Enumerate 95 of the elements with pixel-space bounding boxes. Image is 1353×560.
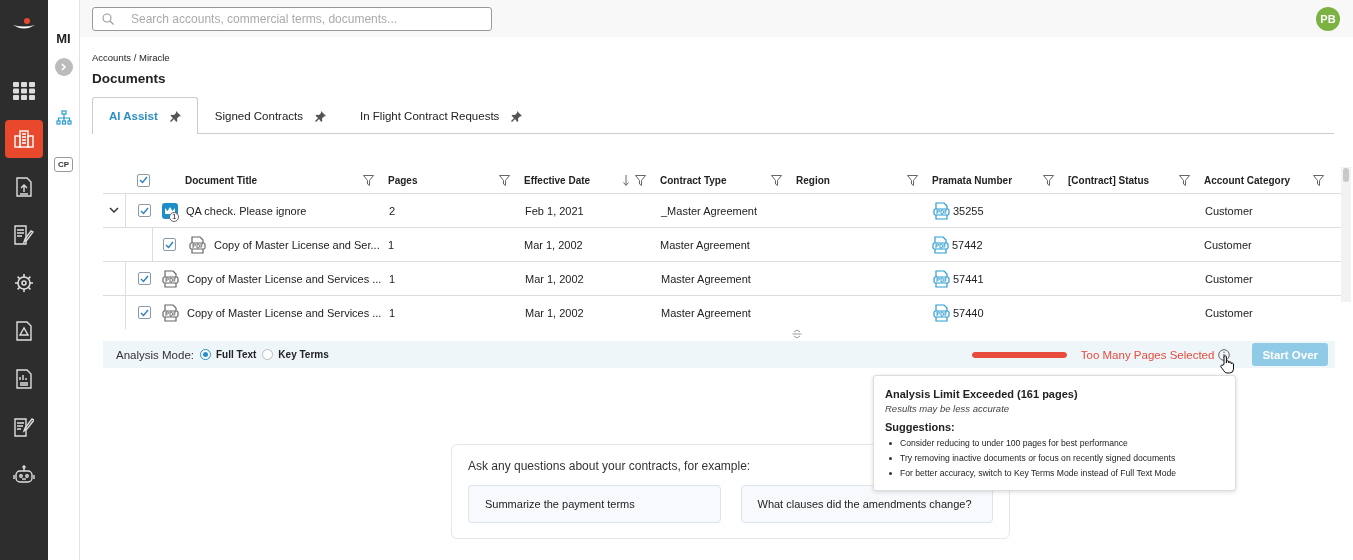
document-edit-icon[interactable] [14, 225, 34, 245]
analysis-mode-label: Analysis Mode: [116, 348, 194, 361]
filter-icon[interactable] [1043, 174, 1054, 186]
checkbox[interactable] [163, 238, 176, 251]
pdf-file-icon [933, 201, 950, 220]
pdf-file-icon [932, 235, 949, 254]
pramata-number[interactable]: 57440 [953, 306, 984, 319]
table-cell-text: Customer [1204, 306, 1254, 319]
document-chart-icon[interactable] [16, 369, 32, 389]
column-header[interactable]: Account Category [1204, 174, 1291, 186]
checkbox[interactable] [138, 306, 151, 319]
table-cell-text: 1 [388, 306, 397, 319]
suggestion-text: Try removing inactive documents or focus on recently signed documents [900, 452, 1176, 465]
cp-badge[interactable]: CP [53, 157, 74, 172]
table-cell-text: 1 [388, 272, 397, 285]
filter-icon[interactable] [771, 174, 782, 186]
pdf-file-icon [162, 303, 179, 322]
gear-icon[interactable] [14, 273, 34, 293]
page-title: Documents [92, 71, 167, 86]
table-cell-text: Customer [1204, 272, 1254, 285]
column-header[interactable]: Effective Date [524, 174, 591, 186]
suggestion-button[interactable]: Summarize the payment terms [468, 485, 721, 523]
table-cell-text: Mar 1, 2002 [524, 306, 585, 319]
column-header[interactable]: Pramata Number [932, 174, 1013, 186]
account-initials: MI [56, 31, 71, 46]
tooltip-subtitle: Results may be less accurate [885, 403, 1011, 414]
document-warning-icon[interactable] [16, 321, 32, 341]
pin-icon[interactable] [315, 110, 326, 122]
table-cell-text: Mar 1, 2002 [523, 238, 584, 251]
warning-text: Too Many Pages Selected [1080, 348, 1215, 361]
filter-icon[interactable] [635, 174, 646, 186]
filter-icon[interactable] [363, 174, 374, 186]
suggestion-button[interactable]: What clauses did the amendments change? [740, 485, 993, 523]
chevron-right-icon [60, 63, 67, 71]
document-pen-icon[interactable] [14, 417, 34, 437]
document-title[interactable]: Copy of Master License and Services ... [187, 306, 382, 319]
search-field[interactable]: Search accounts, commercial terms, documents... [92, 6, 492, 31]
tooltip-title: Analysis Limit Exceeded (161 pages) [885, 388, 1079, 400]
document-title[interactable]: Copy of Master License and Ser... [214, 238, 380, 251]
pin-icon[interactable] [169, 110, 181, 122]
checkbox[interactable] [138, 204, 151, 217]
filter-icon[interactable] [499, 174, 510, 186]
info-icon[interactable] [1218, 348, 1231, 361]
tooltip-heading: Suggestions: [885, 421, 956, 433]
pdf-file-icon [933, 269, 950, 288]
column-header[interactable]: [Contract] Status [1068, 174, 1150, 186]
table-cell-text: Mar 1, 2002 [524, 272, 585, 285]
table-cell-text: _Master Agreement [660, 204, 758, 217]
table-cell-text: Master Agreement [659, 238, 751, 251]
column-header[interactable]: Document Title [185, 174, 258, 186]
table-cell-text: 1 [387, 238, 396, 251]
filter-icon[interactable] [1313, 174, 1324, 186]
tab[interactable]: Signed Contracts [197, 97, 343, 134]
table-cell-text: Customer [1203, 238, 1253, 251]
pramata-number[interactable]: 35255 [953, 204, 984, 217]
column-header[interactable]: Pages [388, 174, 418, 186]
search-icon [102, 12, 114, 25]
pramata-number[interactable]: 57442 [952, 238, 983, 251]
column-header[interactable]: Contract Type [660, 174, 727, 186]
suggestion-text: Consider reducing to under 100 pages for best performance [900, 437, 1128, 450]
document-upload-icon[interactable] [16, 177, 32, 197]
table-cell-text: Master Agreement [660, 306, 752, 319]
table-cell-text: 2 [388, 204, 397, 217]
prompt-text: Ask any questions about your contracts, for example: [468, 459, 751, 473]
resize-handle-icon[interactable] [792, 329, 802, 339]
sort-down-icon[interactable] [623, 174, 629, 186]
apps-grid-icon[interactable] [13, 82, 35, 100]
document-title[interactable]: QA check. Please ignore [186, 204, 307, 217]
checkbox[interactable] [138, 272, 151, 285]
suggestion-text: For better accuracy, switch to Key Terms Mode instead of Full Text Mode [900, 467, 1177, 480]
column-header[interactable]: Region [796, 174, 830, 186]
tab[interactable]: In Flight Contract Requests [343, 97, 540, 134]
table-cell-text: Feb 1, 2021 [524, 204, 585, 217]
pramata-number[interactable]: 57441 [953, 272, 984, 285]
radio-option[interactable]: Full Text [200, 349, 257, 360]
buildings-icon[interactable] [14, 130, 34, 148]
table-cell-text: Master Agreement [660, 272, 752, 285]
crown-file-icon [162, 202, 178, 219]
pdf-file-icon [933, 303, 950, 322]
count-badge: 1 [169, 211, 180, 222]
document-title[interactable]: Copy of Master License and Services ... [187, 272, 382, 285]
tab[interactable]: AI Assist [92, 97, 198, 134]
chevron-icon[interactable] [109, 207, 119, 214]
hierarchy-icon[interactable] [55, 110, 72, 125]
pdf-file-icon [189, 235, 206, 254]
breadcrumb[interactable]: Accounts / Miracle [92, 52, 1341, 63]
filter-icon[interactable] [1179, 174, 1190, 186]
pin-icon[interactable] [511, 110, 523, 122]
filter-icon[interactable] [907, 174, 918, 186]
scrollbar[interactable] [1341, 167, 1351, 302]
pdf-file-icon [162, 269, 179, 288]
robot-icon[interactable] [13, 465, 35, 485]
checkbox[interactable] [137, 173, 150, 187]
radio-option[interactable]: Key Terms [262, 349, 329, 360]
table-cell-text: Customer [1204, 204, 1254, 217]
